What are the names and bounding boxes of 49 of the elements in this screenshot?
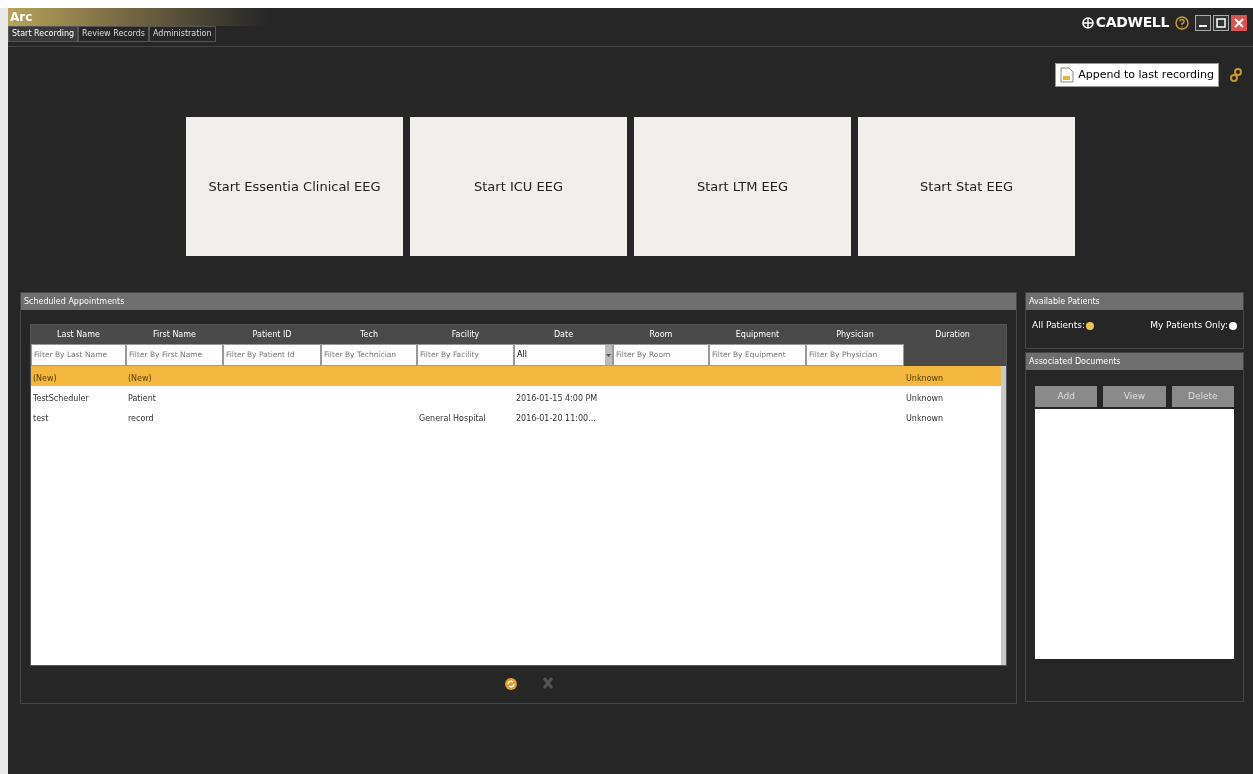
appointment-row[interactable]: (New) (New) Unknown: [31, 366, 1001, 386]
window-title: Arc: [10, 9, 33, 26]
start-eeg-button[interactable]: Start LTM EEG: [634, 117, 851, 256]
brand-logo: CADWELL: [1095, 13, 1169, 32]
table-cell: General Hospital: [419, 414, 486, 423]
table-cell: Unknown: [906, 394, 944, 403]
maximize-icon[interactable]: [1213, 14, 1229, 31]
refresh-icon[interactable]: [503, 676, 518, 692]
column-header[interactable]: Duration: [904, 325, 1001, 344]
column-header[interactable]: First Name: [126, 325, 223, 344]
help-icon[interactable]: [1175, 15, 1189, 30]
document-icon: [1060, 67, 1075, 83]
table-cell: test: [33, 414, 49, 423]
tab[interactable]: Review Records: [78, 26, 149, 42]
column-header[interactable]: Equipment: [709, 325, 806, 344]
table-cell: (New): [33, 374, 57, 383]
radio-button[interactable]: [1229, 321, 1237, 330]
close-icon[interactable]: [1231, 14, 1247, 31]
logo-icon: [1081, 16, 1094, 29]
radio-label: All Patients:: [1032, 319, 1086, 332]
table-cell: Unknown: [906, 414, 944, 423]
table-cell: Unknown: [906, 374, 944, 383]
panel-title: Scheduled Appointments: [24, 295, 125, 308]
column-header[interactable]: Physician: [806, 325, 904, 344]
date-filter-dropdown[interactable]: All: [514, 344, 613, 366]
append-button[interactable]: Append to last recording: [1055, 63, 1219, 87]
column-header[interactable]: Patient ID: [223, 325, 321, 344]
minimize-icon[interactable]: [1195, 14, 1211, 31]
column-header[interactable]: Room: [613, 325, 709, 344]
table-cell: (New): [128, 374, 152, 383]
column-header[interactable]: Date: [514, 325, 613, 344]
start-eeg-button[interactable]: Start Essentia Clinical EEG: [186, 117, 403, 256]
panel-title: Available Patients: [1029, 295, 1100, 308]
column-header[interactable]: Tech: [321, 325, 417, 344]
tab[interactable]: Administration: [149, 26, 216, 42]
radio-button[interactable]: [1086, 321, 1095, 330]
link-icon[interactable]: [1229, 67, 1243, 83]
table-cell: Patient: [128, 394, 156, 403]
table-cell: 2016-01-20 11:00...: [516, 414, 596, 423]
start-eeg-button[interactable]: Start Stat EEG: [858, 117, 1075, 256]
table-cell: TestScheduler: [33, 394, 89, 403]
column-header[interactable]: Last Name: [31, 325, 126, 344]
table-cell: 2016-01-15 4:00 PM: [516, 394, 598, 403]
radio-label: My Patients Only:: [1150, 319, 1228, 332]
panel-title: Associated Documents: [1029, 355, 1121, 368]
start-eeg-button[interactable]: Start ICU EEG: [410, 117, 627, 256]
table-cell: record: [128, 414, 154, 423]
tab[interactable]: Start Recording: [8, 26, 79, 42]
column-header[interactable]: Facility: [417, 325, 514, 344]
